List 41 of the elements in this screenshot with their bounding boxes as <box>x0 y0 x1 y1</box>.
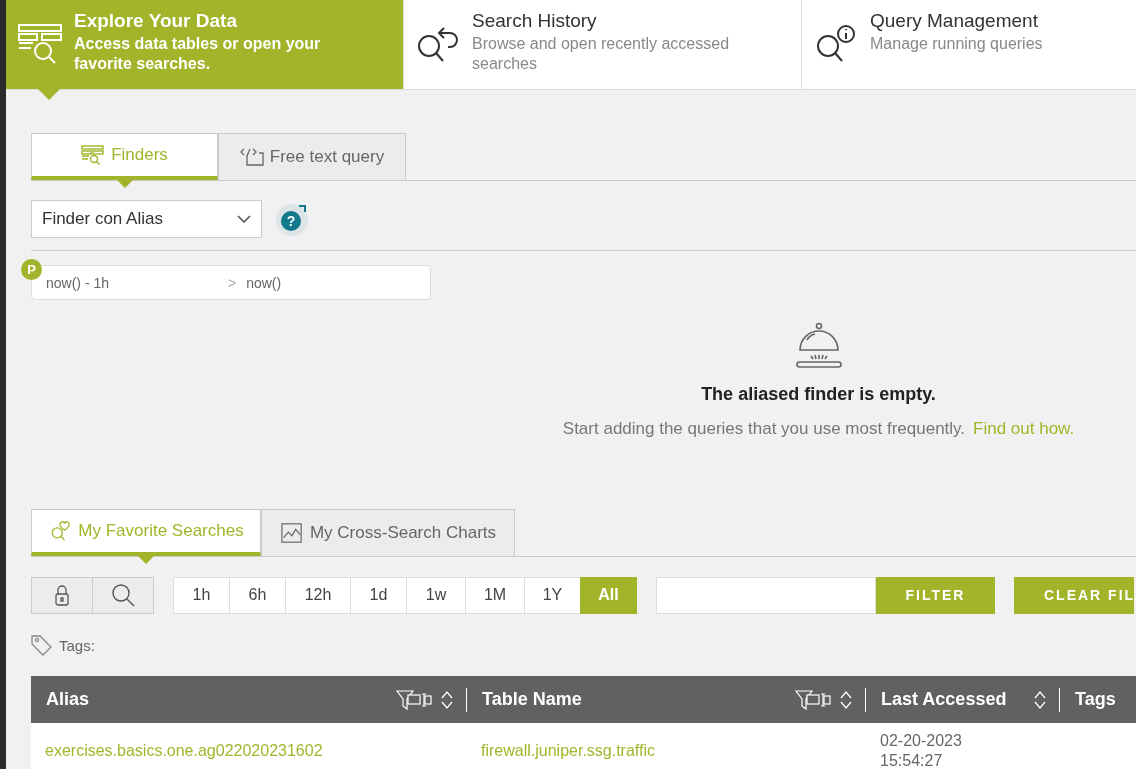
tag-icon <box>31 634 53 656</box>
time-range-button[interactable]: 1w <box>406 576 466 614</box>
time-range-button[interactable]: 1h <box>173 576 230 614</box>
chevron-down-icon <box>237 215 251 223</box>
badge: P <box>21 259 42 280</box>
favorites-tab[interactable]: My Cross-Search Charts <box>261 509 515 556</box>
filter-icon[interactable] <box>795 688 831 711</box>
filter-input[interactable] <box>656 576 876 614</box>
tags-label: Tags: <box>59 636 95 654</box>
time-range-button[interactable]: 12h <box>285 576 351 614</box>
empty-state-text: Start adding the queries that you use most frequently. <box>562 419 966 438</box>
search-icon <box>111 583 135 607</box>
nav-tab-title: Query Management <box>870 10 1039 32</box>
column-header[interactable]: Alias <box>31 676 467 723</box>
nav-tab-title: Explore Your Data <box>74 10 238 32</box>
finder-tab[interactable]: Free text query <box>218 133 406 180</box>
time-range-button[interactable]: 1Y <box>524 576 581 614</box>
code-icon <box>239 146 264 168</box>
nav-tab[interactable]: Query Management Manage running queries <box>802 0 1136 89</box>
table-search-icon <box>18 24 64 64</box>
finder-select[interactable]: Finder con Alias <box>31 200 262 238</box>
time-range-button[interactable]: 1M <box>465 576 525 614</box>
lock-button[interactable] <box>31 576 93 614</box>
nav-tab[interactable]: Search History Browse and open recently accessed searches <box>404 0 802 89</box>
table-search-icon <box>81 144 106 166</box>
nav-tab-subtitle: Manage running queries <box>870 34 1044 54</box>
column-header[interactable]: Tags <box>1060 676 1136 723</box>
time-range-button[interactable]: 6h <box>229 576 286 614</box>
nav-tab-subtitle: Access data tables or open your favorite searches. <box>74 34 322 74</box>
padlock-icon <box>55 584 69 606</box>
nav-tab-title: Search History <box>472 10 598 32</box>
filter-icon[interactable] <box>396 688 432 711</box>
nav-tab-subtitle: Browse and open recently accessed searches <box>472 34 731 74</box>
empty-state-title: The aliased finder is empty. <box>701 384 936 405</box>
time-range-button[interactable]: 1d <box>350 576 407 614</box>
search-button[interactable] <box>92 576 154 614</box>
help-icon[interactable]: ? <box>274 201 310 237</box>
column-header[interactable]: Last Accessed <box>866 676 1060 723</box>
table-cell-text: 02-20-2023 15:54:27 <box>880 730 963 769</box>
line-chart-icon <box>279 522 304 544</box>
column-header[interactable]: Table Name <box>467 676 866 723</box>
